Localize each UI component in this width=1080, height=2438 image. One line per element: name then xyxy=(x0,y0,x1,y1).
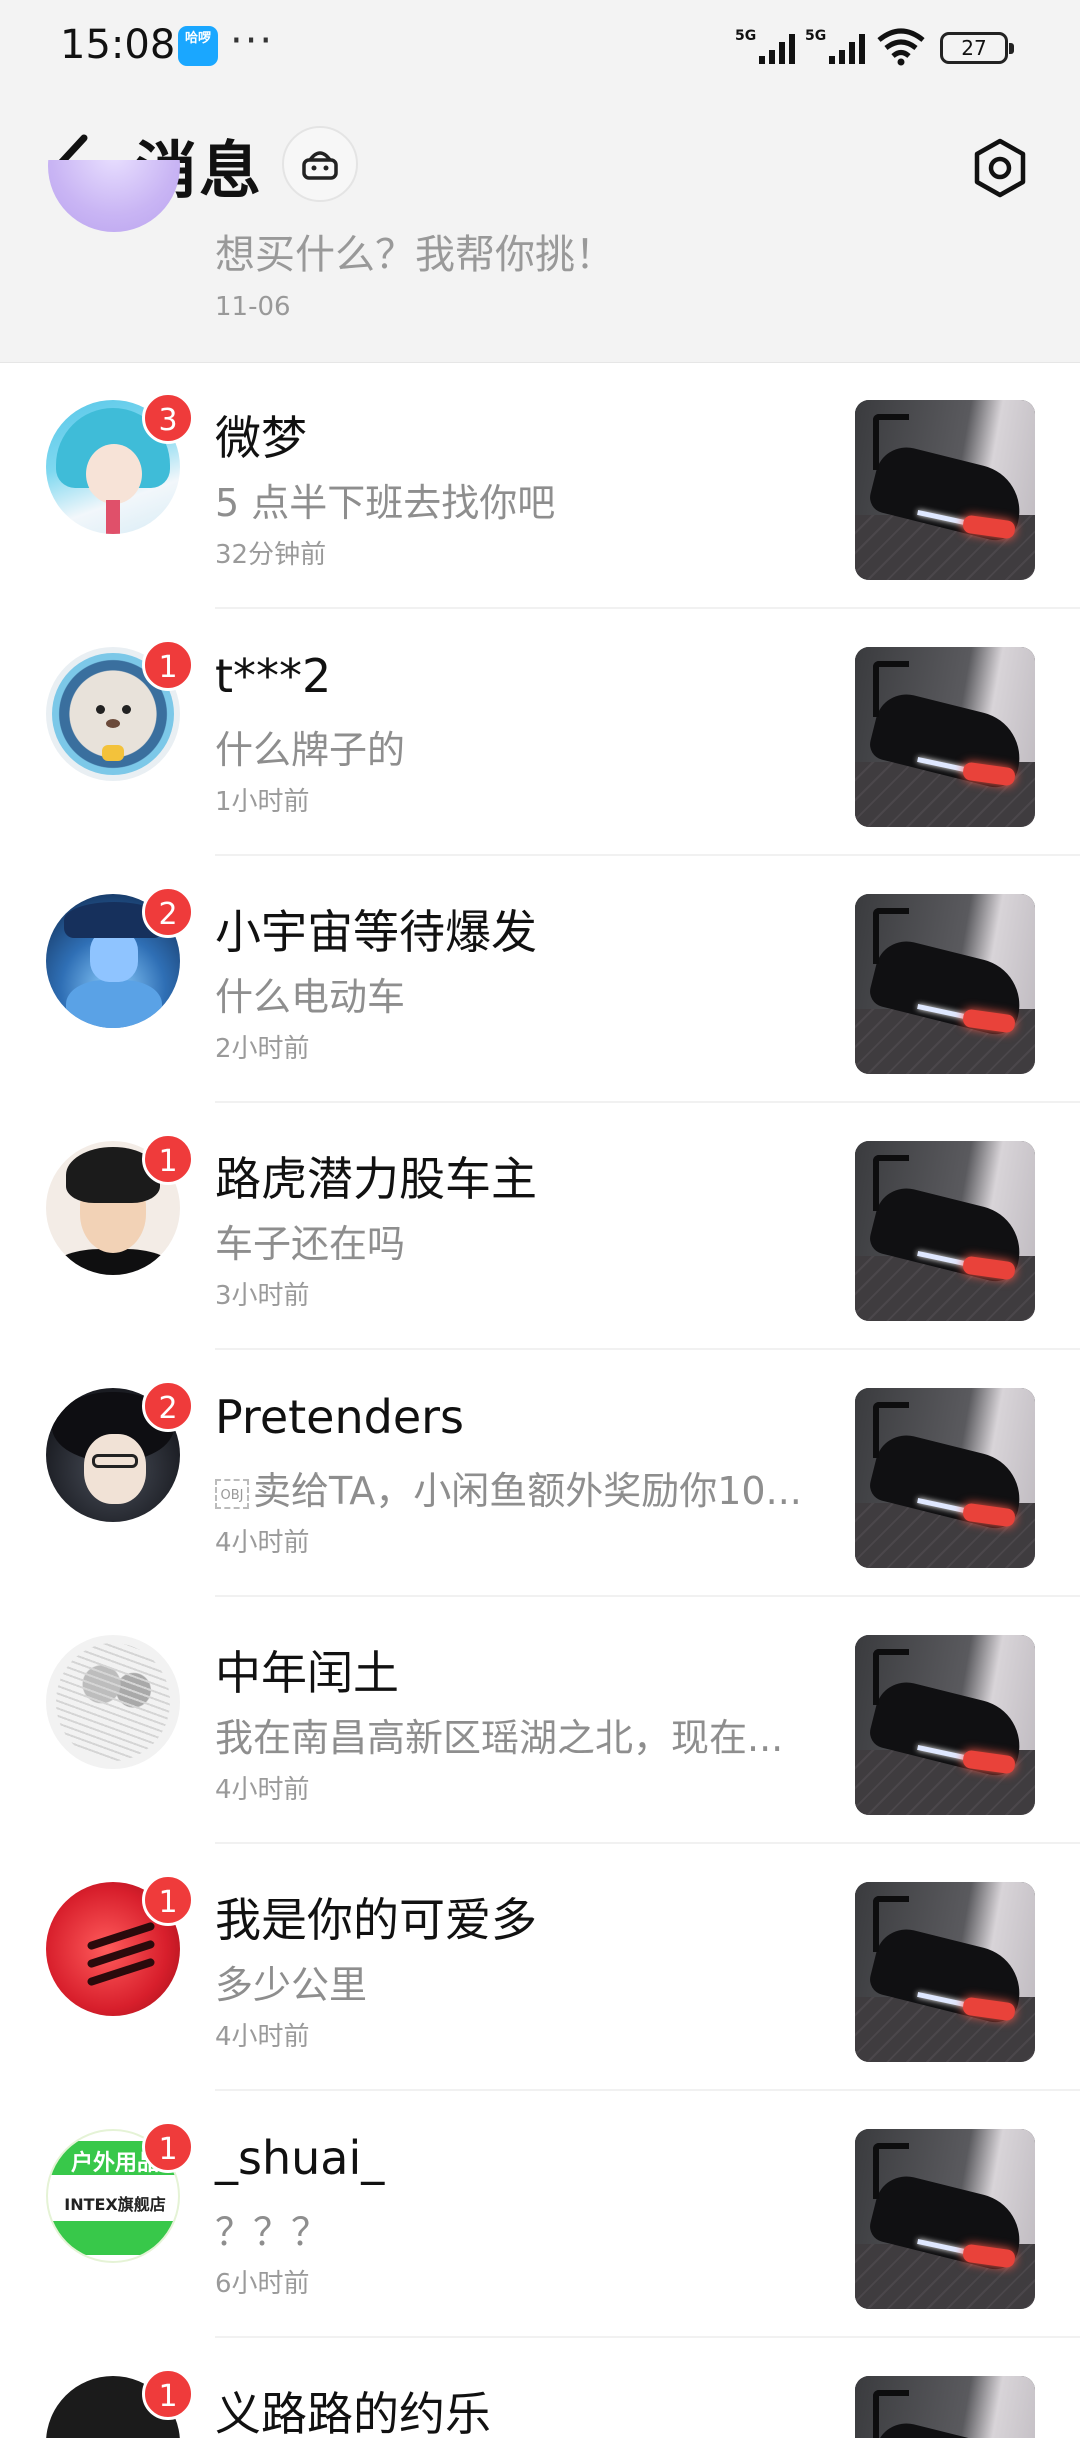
contact-name: _shuai_ xyxy=(215,2131,385,2185)
more-notifications-icon: ··· xyxy=(230,18,275,64)
item-thumbnail[interactable] xyxy=(855,1141,1035,1321)
wifi-icon xyxy=(877,28,925,66)
status-bar: 15:08 哈啰 ··· 5G 5G 27 xyxy=(0,0,1080,96)
conversation-row[interactable]: 2 Pretenders OBJ 卖给TA，小闲鱼额外奖励你10... 4小时前 xyxy=(0,1350,1080,1597)
assistant-avatar[interactable] xyxy=(48,160,180,284)
app-notification-icon: 哈啰 xyxy=(178,26,218,66)
conversation-row[interactable]: 1 我是你的可爱多 多少公里 4小时前 xyxy=(0,1844,1080,2091)
network-type-1: 5G xyxy=(735,28,756,44)
unread-badge: 1 xyxy=(142,1133,194,1185)
conversation-row[interactable]: 3 微梦 5 点半下班去找你吧 32分钟前 xyxy=(0,362,1080,609)
contact-name: Pretenders xyxy=(215,1390,465,1444)
conversation-row[interactable]: 户外用品 INTEX旗舰店 1 _shuai_ ？？？ 6小时前 xyxy=(0,2091,1080,2338)
item-thumbnail[interactable] xyxy=(855,647,1035,827)
message-time: 2小时前 xyxy=(215,1034,310,1064)
pinned-message[interactable]: 想买什么？我帮你挑！ xyxy=(215,222,615,280)
conversation-list: 3 微梦 5 点半下班去找你吧 32分钟前 1 t***2 什么牌子的 1小时前… xyxy=(0,362,1080,2438)
last-message: ？？？ xyxy=(215,2210,330,2254)
item-thumbnail[interactable] xyxy=(855,1635,1035,1815)
unread-badge: 1 xyxy=(142,639,194,691)
shopping-helper-button[interactable] xyxy=(282,126,358,202)
contact-name: t***2 xyxy=(215,649,332,703)
item-thumbnail[interactable] xyxy=(855,1388,1035,1568)
message-time: 6小时前 xyxy=(215,2269,310,2299)
app-notification-text: 哈啰 xyxy=(184,31,211,46)
battery-indicator: 27 xyxy=(940,32,1014,64)
cellular-signal-icon-2: 5G xyxy=(805,28,865,64)
avatar xyxy=(46,1635,180,1769)
contact-name: 小宇宙等待爆发 xyxy=(215,905,537,959)
unread-badge: 1 xyxy=(142,2121,194,2173)
basket-robot-icon xyxy=(302,151,338,180)
last-message-text: 卖给TA，小闲鱼额外奖励你10... xyxy=(253,1469,802,1513)
item-thumbnail[interactable] xyxy=(855,2129,1035,2309)
last-message: 我在南昌高新区瑶湖之北，现在... xyxy=(215,1716,784,1760)
last-message: OBJ 卖给TA，小闲鱼额外奖励你10... xyxy=(215,1460,815,1515)
last-message: 多少公里 xyxy=(215,1963,368,2007)
item-thumbnail[interactable] xyxy=(855,1882,1035,2062)
object-placeholder-icon: OBJ xyxy=(215,1478,249,1509)
message-time: 1小时前 xyxy=(215,787,310,817)
contact-name: 路虎潜力股车主 xyxy=(215,1152,537,1206)
conversation-row[interactable]: 1 路虎潜力股车主 车子还在吗 3小时前 xyxy=(0,1103,1080,1350)
network-type-2: 5G xyxy=(805,28,826,44)
item-thumbnail[interactable] xyxy=(855,2376,1035,2438)
contact-name: 我是你的可爱多 xyxy=(215,1893,537,1947)
message-time: 4小时前 xyxy=(215,2022,310,2052)
unread-badge: 2 xyxy=(142,886,194,938)
conversation-row[interactable]: 2 小宇宙等待爆发 什么电动车 2小时前 xyxy=(0,856,1080,1103)
unread-badge: 1 xyxy=(142,2368,194,2420)
conversation-row[interactable]: 1 t***2 什么牌子的 1小时前 xyxy=(0,609,1080,856)
last-message: 什么电动车 xyxy=(215,975,406,1019)
message-time: 32分钟前 xyxy=(215,540,327,570)
unread-badge: 3 xyxy=(142,392,194,444)
avatar-text: INTEX旗舰店 xyxy=(64,2195,166,2214)
conversation-row[interactable]: 1 义路路的约乐 xyxy=(0,2338,1080,2438)
contact-name: 义路路的约乐 xyxy=(215,2387,491,2438)
message-time: 4小时前 xyxy=(215,1528,310,1558)
status-time: 15:08 xyxy=(60,22,176,68)
last-message: 5 点半下班去找你吧 xyxy=(215,481,556,525)
item-thumbnail[interactable] xyxy=(855,894,1035,1074)
last-message: 车子还在吗 xyxy=(215,1222,406,1266)
unread-badge: 1 xyxy=(142,1874,194,1926)
item-thumbnail[interactable] xyxy=(855,400,1035,580)
cellular-signal-icon: 5G xyxy=(735,28,795,64)
contact-name: 中年闰土 xyxy=(215,1646,399,1700)
message-time: 3小时前 xyxy=(215,1281,310,1311)
unread-badge: 2 xyxy=(142,1380,194,1432)
message-time: 4小时前 xyxy=(215,1775,310,1805)
conversation-row[interactable]: 中年闰土 我在南昌高新区瑶湖之北，现在... 4小时前 xyxy=(0,1597,1080,1844)
settings-button[interactable] xyxy=(968,136,1032,200)
contact-name: 微梦 xyxy=(215,411,307,465)
last-message: 什么牌子的 xyxy=(215,728,406,772)
pinned-time: 11-06 xyxy=(215,292,291,322)
